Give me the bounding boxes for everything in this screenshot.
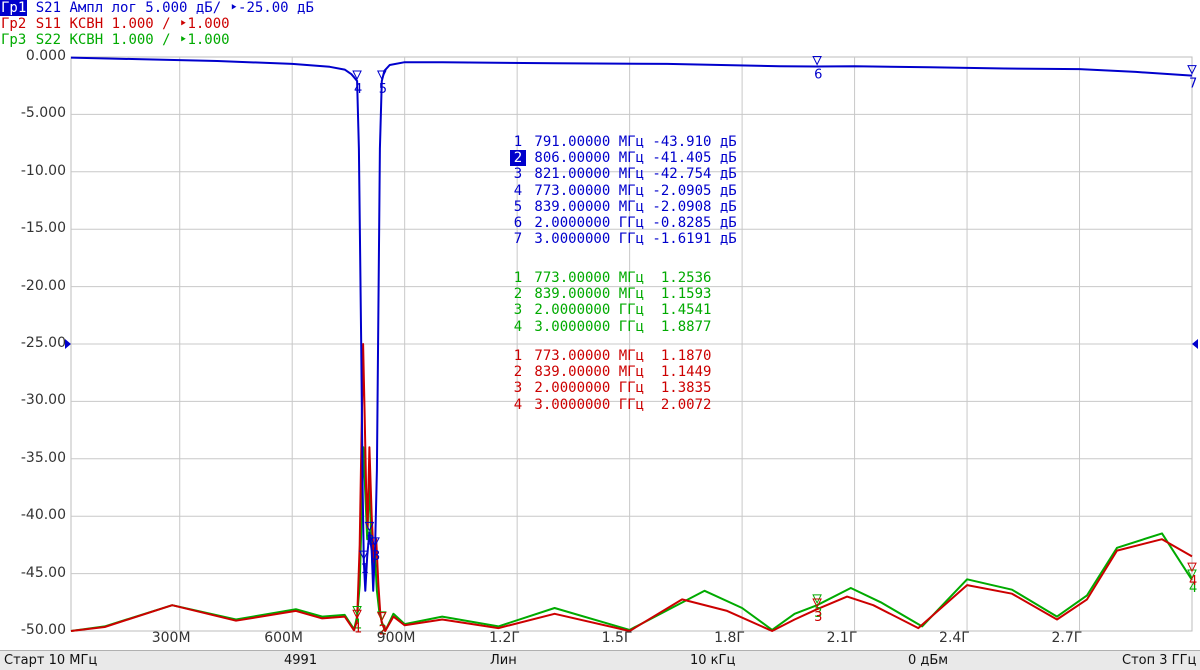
s22-marker-number[interactable]: 4: [510, 319, 526, 335]
if-bandwidth[interactable]: 10 кГц: [690, 653, 735, 668]
s21-marker-6-label: 6: [814, 68, 822, 83]
s21-marker-7-label: 7: [1189, 77, 1197, 92]
s21-marker-row[interactable]: 5 839.00000 МГц -2.0908 дБ: [510, 199, 737, 215]
x-tick-label: 600М: [264, 630, 303, 646]
s22-marker-table: 1 773.00000 МГц 1.2536 2 839.00000 МГц 1.…: [510, 270, 712, 335]
s11-marker-number[interactable]: 2: [510, 364, 526, 380]
y-tick-label: -5.000: [20, 105, 66, 122]
s21-marker-number[interactable]: 4: [510, 183, 526, 199]
y-tick-label: -45.00: [20, 564, 66, 581]
s22-marker-readout: 773.00000 МГц 1.2536: [526, 270, 712, 286]
y-tick-label: -15.00: [20, 220, 66, 237]
s21-marker-table: 1 791.00000 МГц -43.910 дБ 2 806.00000 МГ…: [510, 134, 737, 247]
x-tick-label: 2.1Г: [826, 630, 858, 646]
s11-marker-1-label: 1: [354, 621, 362, 636]
s21-marker-row[interactable]: 3 821.00000 МГц -42.754 дБ: [510, 166, 737, 182]
s11-marker-number[interactable]: 3: [510, 380, 526, 396]
s21-marker-number[interactable]: 1: [510, 134, 526, 150]
y-tick-label: -25.00: [20, 335, 66, 351]
ref-arrow-right-icon: [1192, 339, 1198, 349]
s21-marker-readout: 3.0000000 ГГц -1.6191 дБ: [526, 231, 737, 248]
y-tick-label: -50.00: [20, 622, 66, 638]
s21-marker-readout: 791.00000 МГц -43.910 дБ: [526, 134, 737, 150]
s11-marker-4-label: 4: [1189, 574, 1197, 589]
s21-marker-4-label: 4: [354, 82, 362, 97]
s21-marker-row[interactable]: 1 791.00000 МГц -43.910 дБ: [510, 134, 737, 150]
s21-marker-2-label: 2: [366, 533, 374, 548]
s21-marker-row[interactable]: 2 806.00000 МГц -41.405 дБ: [510, 150, 737, 167]
y-tick-label: -35.00: [20, 449, 66, 466]
x-tick-label: 300М: [151, 630, 191, 646]
s21-marker-number[interactable]: 6: [510, 215, 526, 231]
sweep-type[interactable]: Лин: [490, 653, 517, 668]
s22-marker-readout: 839.00000 МГц 1.1593: [526, 286, 712, 303]
x-tick-label: 1.2Г: [489, 630, 520, 646]
s22-marker-readout: 2.0000000 ГГц 1.4541: [526, 302, 712, 319]
s21-marker-readout: 821.00000 МГц -42.754 дБ: [526, 166, 737, 183]
s22-marker-row[interactable]: 4 3.0000000 ГГц 1.8877: [510, 318, 712, 335]
s21-marker-number[interactable]: 3: [510, 166, 526, 182]
marker-symbols: 1234 5671 2341 234: [352, 56, 1197, 639]
y-tick-label: -30.00: [20, 392, 66, 409]
x-tick-label: 1.8Г: [714, 630, 745, 646]
s21-marker-readout: 806.00000 МГц -41.405 дБ: [526, 150, 737, 167]
y-tick-label: -20.00: [20, 277, 66, 294]
y-tick-label: -10.00: [20, 162, 66, 179]
s11-marker-3-label: 3: [814, 610, 822, 625]
s22-marker-readout: 3.0000000 ГГц 1.8877: [526, 318, 712, 335]
s21-marker-3-label: 3: [372, 549, 380, 564]
s21-marker-1-label: 1: [361, 562, 369, 577]
s11-marker-number[interactable]: 1: [510, 348, 526, 364]
s11-marker-readout: 839.00000 МГц 1.1449: [526, 364, 712, 381]
y-tick-label: -40.00: [20, 507, 66, 524]
s21-marker-5-label: 5: [379, 82, 387, 97]
x-tick-label: 1.5Г: [601, 630, 633, 646]
s22-marker-number[interactable]: 2: [510, 286, 526, 302]
power-level[interactable]: 0 дБм: [908, 653, 948, 668]
s11-marker-readout: 2.0000000 ГГц 1.3835: [526, 380, 712, 397]
s21-marker-row[interactable]: 7 3.0000000 ГГц -1.6191 дБ: [510, 231, 737, 247]
s21-marker-number[interactable]: 5: [510, 199, 526, 215]
x-tick-label: 2.4Г: [939, 630, 970, 646]
status-bar: Старт 10 МГц 4991 Лин 10 кГц 0 дБм Стоп …: [0, 650, 1200, 670]
s22-marker-row[interactable]: 2 839.00000 МГц 1.1593: [510, 286, 712, 303]
s21-marker-readout: 2.0000000 ГГц -0.8285 дБ: [526, 214, 737, 231]
s11-marker-row[interactable]: 4 3.0000000 ГГц 2.0072: [510, 396, 712, 413]
s22-marker-row[interactable]: 1 773.00000 МГц 1.2536: [510, 270, 712, 286]
vna-window: Гр1 S21 Ампл лог 5.000 дБ/ ‣-25.00 дБ Гр…: [0, 0, 1200, 670]
s21-marker-6-icon: [812, 56, 822, 66]
x-tick-label: 900М: [376, 630, 416, 646]
stop-frequency[interactable]: Стоп 3 ГГц: [1122, 653, 1196, 668]
s21-marker-row[interactable]: 6 2.0000000 ГГц -0.8285 дБ: [510, 215, 737, 231]
s11-marker-table: 1 773.00000 МГц 1.1870 2 839.00000 МГц 1.…: [510, 348, 712, 413]
start-frequency[interactable]: Старт 10 МГц: [4, 653, 97, 668]
s21-marker-number[interactable]: 2: [510, 150, 526, 167]
s21-marker-row[interactable]: 4 773.00000 МГц -2.0905 дБ: [510, 183, 737, 199]
s11-marker-row[interactable]: 3 2.0000000 ГГц 1.3835: [510, 380, 712, 397]
s11-marker-readout: 773.00000 МГц 1.1870: [526, 348, 712, 364]
s21-marker-number[interactable]: 7: [510, 231, 526, 247]
s21-marker-readout: 839.00000 МГц -2.0908 дБ: [526, 198, 737, 215]
s21-marker-readout: 773.00000 МГц -2.0905 дБ: [526, 182, 737, 199]
s22-marker-number[interactable]: 3: [510, 302, 526, 318]
s11-marker-readout: 3.0000000 ГГц 2.0072: [526, 396, 712, 413]
y-tick-label: 0.000: [25, 48, 66, 64]
s11-marker-row[interactable]: 2 839.00000 МГц 1.1449: [510, 364, 712, 381]
s22-marker-number[interactable]: 1: [510, 270, 526, 286]
trace-s22: [70, 446, 1193, 632]
s11-marker-number[interactable]: 4: [510, 397, 526, 413]
s22-marker-row[interactable]: 3 2.0000000 ГГц 1.4541: [510, 302, 712, 319]
s11-marker-row[interactable]: 1 773.00000 МГц 1.1870: [510, 348, 712, 364]
x-tick-label: 2.7Г: [1051, 630, 1083, 646]
sweep-points[interactable]: 4991: [284, 653, 317, 668]
